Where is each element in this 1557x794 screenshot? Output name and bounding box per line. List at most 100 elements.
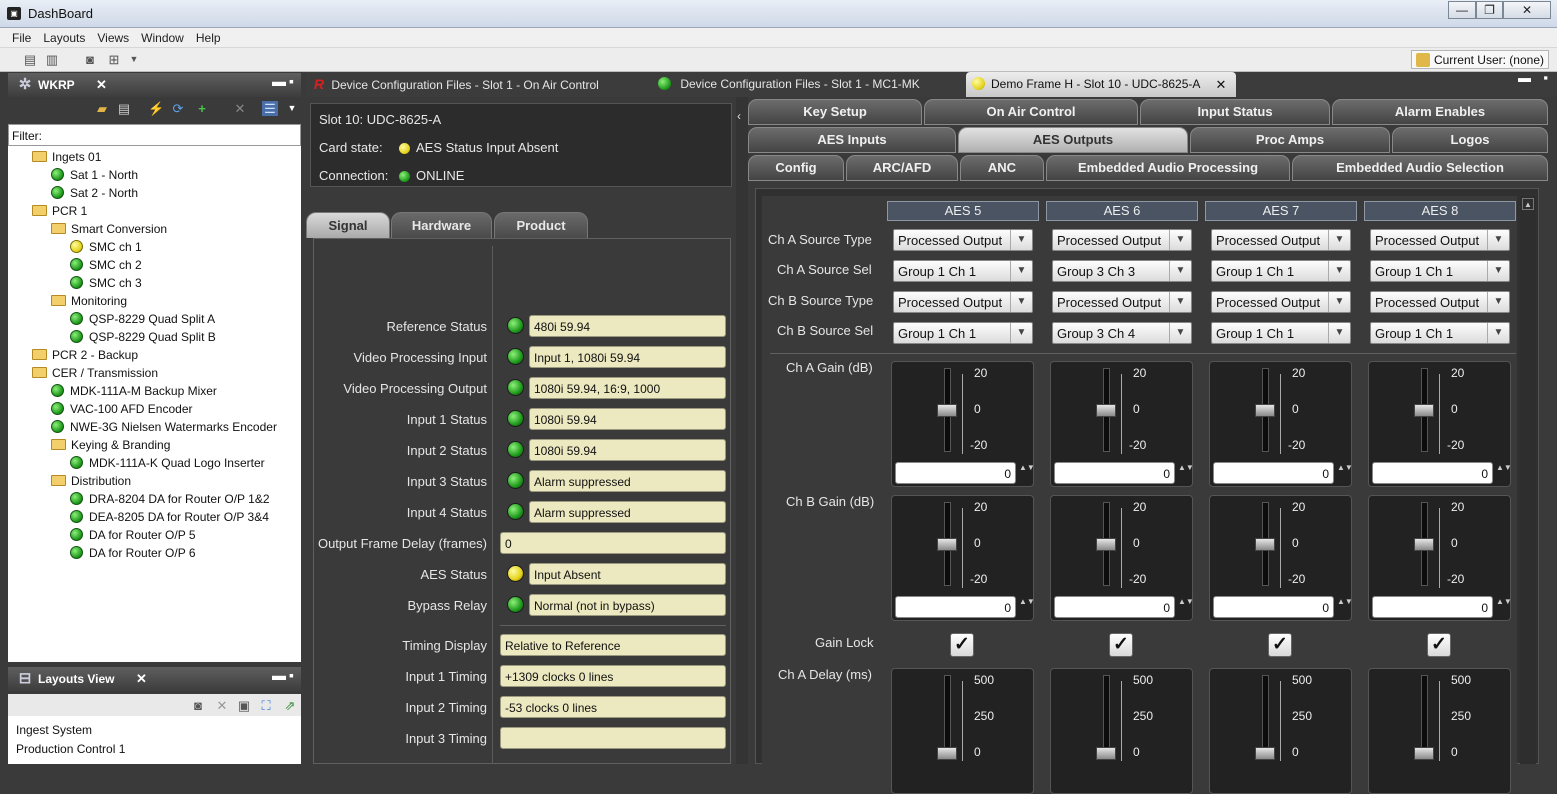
save-all-icon[interactable]: ▥ (44, 52, 60, 67)
spinner-icon[interactable]: ▲▼ (1019, 462, 1035, 484)
chevron-down-icon[interactable]: ▼ (1328, 261, 1350, 281)
tab-embedded-audio-processing[interactable]: Embedded Audio Processing (1046, 155, 1290, 181)
tree-item[interactable]: QSP-8229 Quad Split B (70, 328, 216, 346)
fader-thumb[interactable] (1414, 538, 1434, 551)
chevron-down-icon[interactable]: ▼ (284, 101, 300, 116)
spinner-icon[interactable]: ▲▼ (1178, 596, 1194, 618)
chevron-down-icon[interactable]: ▼ (1010, 230, 1032, 250)
chevron-down-icon[interactable]: ▼ (1328, 292, 1350, 312)
gain-value-field[interactable]: 0 (1054, 462, 1175, 484)
maximize-panel-icon[interactable]: ▪ (289, 667, 294, 683)
remove-icon[interactable]: ✕ (232, 101, 248, 116)
tab-input-status[interactable]: Input Status (1140, 99, 1330, 125)
fader-thumb[interactable] (937, 747, 957, 760)
close-window-button[interactable]: ✕ (1503, 1, 1551, 19)
tab-on-air-control[interactable]: R Device Configuration Files - Slot 1 - … (314, 72, 599, 97)
delete-icon[interactable]: ✕ (214, 698, 230, 713)
tree-item[interactable]: CER / Transmission (32, 364, 158, 382)
maximize-panel-icon[interactable]: ▪ (1543, 70, 1548, 85)
chevron-down-icon[interactable]: ▼ (126, 52, 142, 67)
chevron-down-icon[interactable]: ▼ (1487, 292, 1509, 312)
tree-item[interactable]: DA for Router O/P 6 (70, 544, 196, 562)
tab-config[interactable]: Config (748, 155, 844, 181)
tree-item[interactable]: PCR 1 (32, 202, 87, 220)
gain-lock-checkbox[interactable]: ✓ (950, 633, 974, 657)
gain-value-field[interactable]: 0 (1372, 596, 1493, 618)
open-folder-icon[interactable]: ⊞ (106, 52, 122, 67)
fader-thumb[interactable] (1255, 747, 1275, 760)
combo-a-type[interactable]: Processed Output ▼ (1052, 229, 1192, 251)
menu-file[interactable]: File (6, 28, 37, 45)
tree-item[interactable]: QSP-8229 Quad Split A (70, 310, 215, 328)
combo-a-sel[interactable]: Group 3 Ch 3 ▼ (1052, 260, 1192, 282)
fader-thumb[interactable] (1255, 404, 1275, 417)
tab-embedded-audio-selection[interactable]: Embedded Audio Selection (1292, 155, 1548, 181)
chevron-down-icon[interactable]: ▼ (1169, 323, 1191, 343)
gain-lock-checkbox[interactable]: ✓ (1109, 633, 1133, 657)
gain-value-field[interactable]: 0 (1054, 596, 1175, 618)
combo-b-type[interactable]: Processed Output ▼ (1370, 291, 1510, 313)
tree-item[interactable]: PCR 2 - Backup (32, 346, 138, 364)
fullscreen-icon[interactable]: ⛶ (258, 698, 274, 713)
fader-thumb[interactable] (1096, 404, 1116, 417)
combo-a-type[interactable]: Processed Output ▼ (1211, 229, 1351, 251)
minimize-panel-icon[interactable]: ▬ (272, 73, 286, 89)
gain-value-field[interactable]: 0 (1372, 462, 1493, 484)
tab-alarm-enables[interactable]: Alarm Enables (1332, 99, 1548, 125)
chevron-down-icon[interactable]: ▼ (1010, 323, 1032, 343)
tree-item[interactable]: SMC ch 1 (70, 238, 142, 256)
fader-thumb[interactable] (937, 404, 957, 417)
fader-thumb[interactable] (1414, 747, 1434, 760)
fader-thumb[interactable] (1096, 538, 1116, 551)
panel-splitter[interactable]: ‹ (736, 97, 748, 764)
combo-a-sel[interactable]: Group 1 Ch 1 ▼ (1211, 260, 1351, 282)
tab-logos[interactable]: Logos (1392, 127, 1548, 153)
menu-window[interactable]: Window (135, 28, 190, 45)
chevron-down-icon[interactable]: ▼ (1487, 323, 1509, 343)
combo-b-sel[interactable]: Group 1 Ch 1 ▼ (1211, 322, 1351, 344)
fader-thumb[interactable] (937, 538, 957, 551)
tree-item[interactable]: MDK-111A-K Quad Logo Inserter (70, 454, 265, 472)
tree-item[interactable]: Keying & Branding (51, 436, 170, 454)
combo-b-type[interactable]: Processed Output ▼ (1052, 291, 1192, 313)
layout-item[interactable]: Production Control 1 (16, 742, 125, 756)
spinner-icon[interactable]: ▲▼ (1337, 462, 1353, 484)
save-icon[interactable]: ▤ (116, 101, 132, 116)
tree-item[interactable]: Sat 1 - North (51, 166, 138, 184)
tab-demo-frame-h[interactable]: Demo Frame H - Slot 10 - UDC-8625-A ✕ (966, 72, 1237, 97)
maximize-panel-icon[interactable]: ▪ (289, 73, 294, 89)
spinner-icon[interactable]: ▲▼ (1019, 596, 1035, 618)
tab-aes-inputs[interactable]: AES Inputs (748, 127, 956, 153)
discover-icon[interactable]: ⚡ (148, 101, 164, 116)
menu-views[interactable]: Views (91, 28, 135, 45)
scroll-up-icon[interactable]: ▲ (1522, 198, 1534, 210)
chevron-down-icon[interactable]: ▼ (1010, 292, 1032, 312)
tree-item[interactable]: Smart Conversion (51, 220, 167, 238)
vertical-scrollbar[interactable]: ▲ (1520, 196, 1536, 764)
menu-help[interactable]: Help (190, 28, 227, 45)
spinner-icon[interactable]: ▲▼ (1496, 596, 1512, 618)
tree-item[interactable]: VAC-100 AFD Encoder (51, 400, 193, 418)
camera-icon[interactable]: ◙ (190, 698, 206, 713)
close-wkrp-icon[interactable]: ✕ (96, 77, 107, 93)
add-icon[interactable]: + (194, 101, 210, 116)
chevron-down-icon[interactable]: ▼ (1169, 230, 1191, 250)
menu-layouts[interactable]: Layouts (37, 28, 91, 45)
minimize-panel-icon[interactable]: ▬ (1518, 70, 1531, 85)
filter-field[interactable]: Filter: (8, 124, 301, 146)
layout-item[interactable]: Ingest System (16, 723, 92, 737)
view-list-icon[interactable]: ☰ (262, 101, 278, 116)
camera-icon[interactable]: ◙ (82, 52, 98, 67)
combo-a-sel[interactable]: Group 1 Ch 1 ▼ (1370, 260, 1510, 282)
chevron-left-icon[interactable]: ‹ (737, 109, 741, 123)
combo-a-sel[interactable]: Group 1 Ch 1 ▼ (893, 260, 1033, 282)
tab-aes-outputs[interactable]: AES Outputs (958, 127, 1188, 153)
gain-value-field[interactable]: 0 (1213, 462, 1334, 484)
chevron-down-icon[interactable]: ▼ (1487, 261, 1509, 281)
chevron-down-icon[interactable]: ▼ (1169, 292, 1191, 312)
tree-item[interactable]: MDK-111A-M Backup Mixer (51, 382, 217, 400)
fader-thumb[interactable] (1255, 538, 1275, 551)
tab-on-air-control[interactable]: On Air Control (924, 99, 1138, 125)
combo-b-type[interactable]: Processed Output ▼ (893, 291, 1033, 313)
chevron-down-icon[interactable]: ▼ (1010, 261, 1032, 281)
